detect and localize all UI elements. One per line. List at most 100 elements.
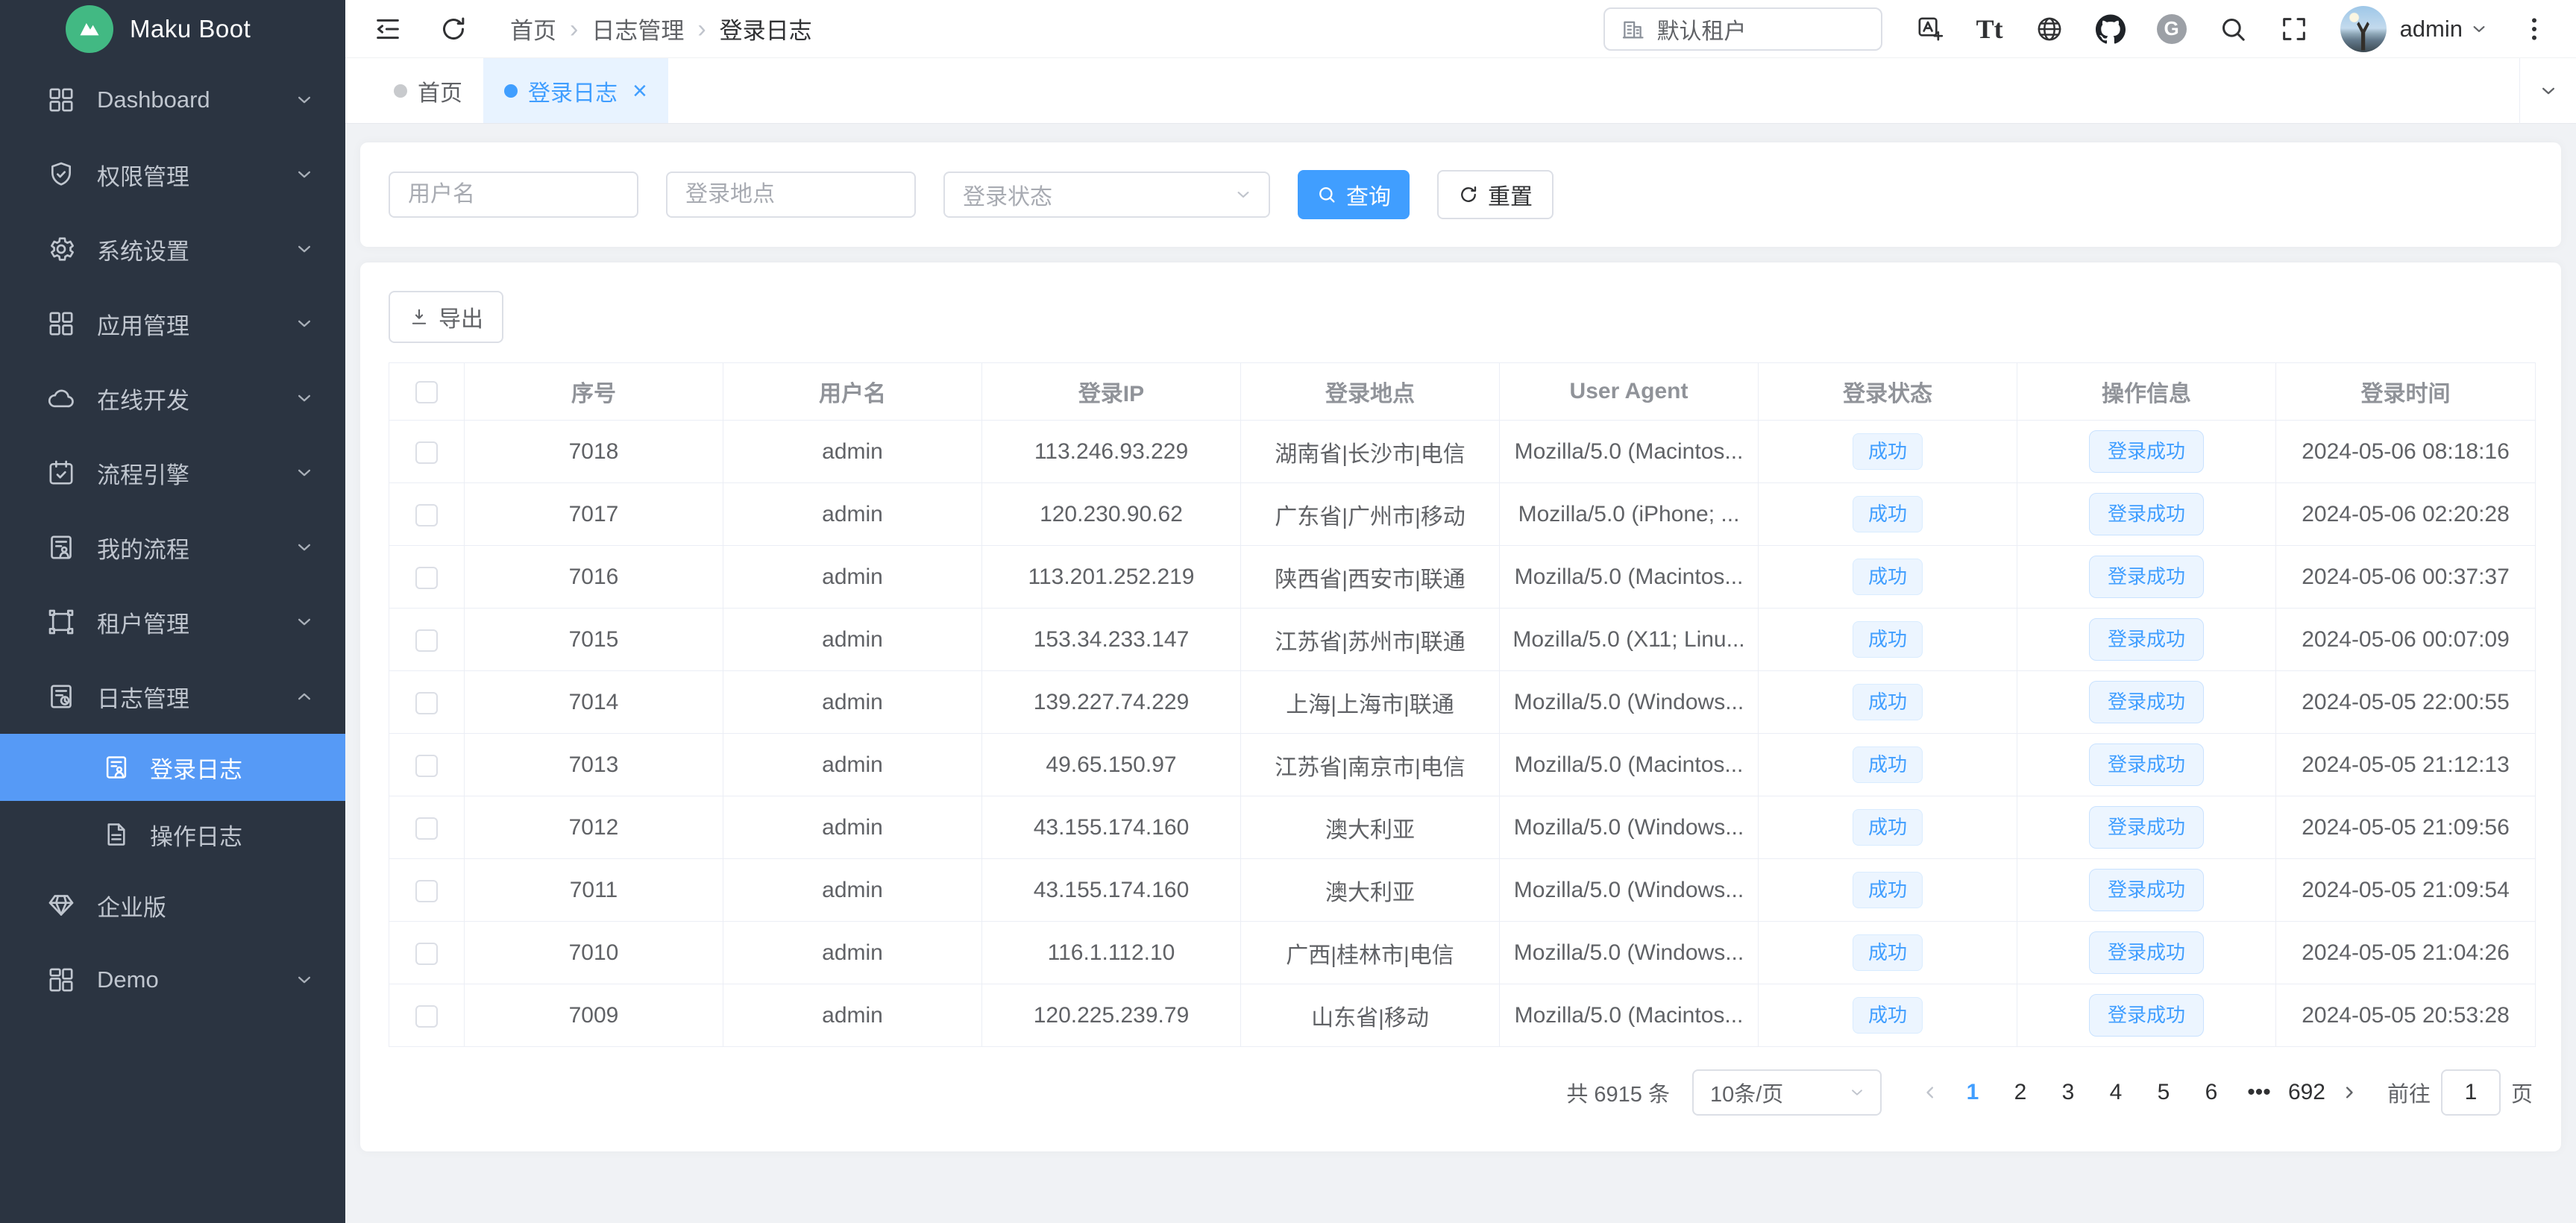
sidebar-item-my-workflow[interactable]: 我的流程 bbox=[0, 510, 345, 585]
operation-badge: 登录成功 bbox=[2089, 806, 2204, 849]
chevron-down-icon bbox=[293, 89, 315, 111]
sidebar-item-enterprise[interactable]: 企业版 bbox=[0, 868, 345, 943]
table-row: 7012 admin 43.155.174.160 澳大利亚 Mozilla/5… bbox=[389, 796, 2536, 859]
user-name[interactable]: admin bbox=[2400, 16, 2463, 43]
page-number-3[interactable]: 3 bbox=[2044, 1080, 2092, 1105]
col-header-location: 登录地点 bbox=[1241, 363, 1500, 421]
status-badge: 成功 bbox=[1853, 433, 1923, 470]
kebab-menu-icon[interactable] bbox=[2519, 14, 2549, 44]
github-icon[interactable] bbox=[2096, 14, 2126, 44]
operation-badge: 登录成功 bbox=[2089, 681, 2204, 723]
fullscreen-icon[interactable] bbox=[2279, 14, 2309, 44]
page-number-2[interactable]: 2 bbox=[1997, 1080, 2044, 1105]
goto-label: 前往 bbox=[2387, 1077, 2431, 1108]
breadcrumb-home[interactable]: 首页 bbox=[510, 12, 556, 45]
row-checkbox[interactable] bbox=[415, 567, 438, 589]
chevron-down-icon bbox=[293, 611, 315, 633]
sidebar-item-permissions[interactable]: 权限管理 bbox=[0, 137, 345, 212]
sidebar-item-log-management[interactable]: 日志管理 bbox=[0, 659, 345, 734]
globe-icon[interactable] bbox=[2035, 14, 2064, 44]
col-header-operation: 操作信息 bbox=[2017, 363, 2276, 421]
export-button[interactable]: 导出 bbox=[389, 291, 503, 343]
cell-username: admin bbox=[723, 546, 982, 609]
search-icon bbox=[1316, 184, 1337, 205]
search-icon[interactable] bbox=[2218, 14, 2248, 44]
row-checkbox[interactable] bbox=[415, 692, 438, 714]
cell-user-agent: Mozilla/5.0 (Windows... bbox=[1500, 671, 1759, 734]
page-number-6[interactable]: 6 bbox=[2187, 1080, 2235, 1105]
prev-page-icon[interactable] bbox=[1911, 1082, 1949, 1103]
sidebar-item-system-settings[interactable]: 系统设置 bbox=[0, 212, 345, 286]
sidebar-item-workflow-engine[interactable]: 流程引擎 bbox=[0, 436, 345, 510]
tab-home[interactable]: 首页 bbox=[373, 58, 483, 123]
tenant-select[interactable]: 默认租户 bbox=[1603, 7, 1882, 51]
chevron-down-icon bbox=[1233, 184, 1254, 205]
app-title: Maku Boot bbox=[130, 15, 251, 43]
login-status-select[interactable]: 登录状态 bbox=[943, 172, 1270, 218]
row-checkbox[interactable] bbox=[415, 880, 438, 902]
sidebar-subitem-login-log[interactable]: 登录日志 bbox=[0, 734, 345, 801]
page-size-select[interactable]: 10条/页 bbox=[1692, 1069, 1882, 1116]
row-checkbox[interactable] bbox=[415, 504, 438, 526]
refresh-icon[interactable] bbox=[439, 14, 468, 44]
login-location-input[interactable] bbox=[666, 172, 916, 218]
table-row: 7016 admin 113.201.252.219 陕西省|西安市|联通 Mo… bbox=[389, 546, 2536, 609]
goto-page-input[interactable] bbox=[2441, 1069, 2501, 1116]
cell-id: 7018 bbox=[465, 421, 723, 483]
page-ellipsis[interactable]: ••• bbox=[2235, 1080, 2283, 1105]
operation-badge: 登录成功 bbox=[2089, 493, 2204, 535]
cell-ip: 43.155.174.160 bbox=[982, 859, 1241, 922]
status-badge: 成功 bbox=[1853, 684, 1923, 720]
page-number-4[interactable]: 4 bbox=[2092, 1080, 2140, 1105]
cell-username: admin bbox=[723, 671, 982, 734]
sidebar-item-label: 租户管理 bbox=[97, 606, 293, 639]
operation-badge: 登录成功 bbox=[2089, 618, 2204, 661]
tab-actions-dropdown[interactable] bbox=[2519, 58, 2576, 124]
page-number-1[interactable]: 1 bbox=[1949, 1080, 1997, 1105]
cell-username: admin bbox=[723, 859, 982, 922]
translate-icon[interactable] bbox=[1915, 14, 1945, 44]
cell-ip: 113.201.252.219 bbox=[982, 546, 1241, 609]
page-number-5[interactable]: 5 bbox=[2140, 1080, 2187, 1105]
operation-badge: 登录成功 bbox=[2089, 931, 2204, 974]
cell-location: 上海|上海市|联通 bbox=[1241, 671, 1500, 734]
select-all-checkbox[interactable] bbox=[415, 381, 438, 403]
search-button-label: 查询 bbox=[1346, 178, 1391, 211]
page-number-last[interactable]: 692 bbox=[2283, 1080, 2331, 1105]
logo-mountain-icon bbox=[66, 5, 113, 53]
reset-button[interactable]: 重置 bbox=[1437, 170, 1554, 219]
row-checkbox[interactable] bbox=[415, 441, 438, 464]
sidebar-item-demo[interactable]: Demo bbox=[0, 943, 345, 1017]
username-input[interactable] bbox=[389, 172, 638, 218]
close-icon[interactable]: × bbox=[632, 78, 647, 104]
sidebar-item-app-management[interactable]: 应用管理 bbox=[0, 286, 345, 361]
col-header-id: 序号 bbox=[465, 363, 723, 421]
row-checkbox[interactable] bbox=[415, 943, 438, 965]
sidebar-item-label: 企业版 bbox=[97, 889, 315, 922]
status-badge: 成功 bbox=[1853, 621, 1923, 658]
sidebar-item-label: 流程引擎 bbox=[97, 456, 293, 490]
cell-user-agent: Mozilla/5.0 (Windows... bbox=[1500, 922, 1759, 984]
gitee-icon[interactable]: G bbox=[2157, 14, 2187, 44]
collapse-sidebar-icon[interactable] bbox=[373, 14, 403, 44]
chevron-down-icon[interactable] bbox=[2469, 19, 2489, 40]
cell-id: 7014 bbox=[465, 671, 723, 734]
doc-clock-icon bbox=[46, 682, 76, 711]
font-size-icon[interactable]: Tt bbox=[1976, 16, 2003, 43]
row-checkbox[interactable] bbox=[415, 1005, 438, 1028]
row-checkbox[interactable] bbox=[415, 629, 438, 652]
status-badge: 成功 bbox=[1853, 559, 1923, 595]
sidebar-item-tenant-management[interactable]: 租户管理 bbox=[0, 585, 345, 659]
tab-login-log[interactable]: 登录日志 × bbox=[483, 58, 668, 123]
sidebar-item-dashboard[interactable]: Dashboard bbox=[0, 63, 345, 137]
next-page-icon[interactable] bbox=[2331, 1082, 2368, 1103]
row-checkbox[interactable] bbox=[415, 817, 438, 840]
sidebar-item-label: 系统设置 bbox=[97, 233, 293, 266]
sidebar-item-online-dev[interactable]: 在线开发 bbox=[0, 361, 345, 436]
search-button[interactable]: 查询 bbox=[1298, 170, 1410, 219]
row-checkbox[interactable] bbox=[415, 755, 438, 777]
sidebar-subitem-operation-log[interactable]: 操作日志 bbox=[0, 801, 345, 868]
status-badge: 成功 bbox=[1853, 746, 1923, 783]
avatar[interactable] bbox=[2340, 6, 2387, 52]
breadcrumb-separator: › bbox=[570, 16, 578, 42]
